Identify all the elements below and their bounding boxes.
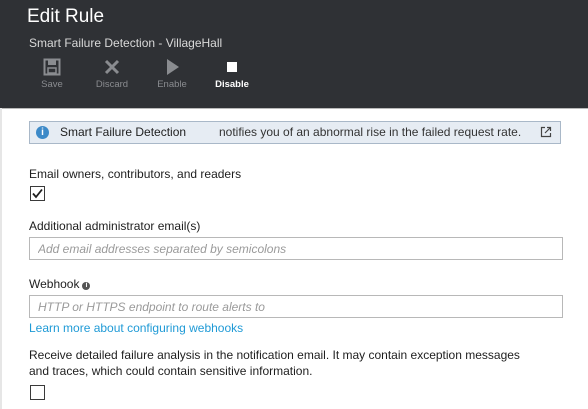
external-link-icon[interactable] — [540, 126, 552, 138]
enable-button[interactable]: Enable — [146, 57, 198, 95]
save-label: Save — [41, 79, 63, 90]
detailed-analysis-text: Receive detailed failure analysis in the… — [29, 348, 520, 378]
info-banner-highlight: Smart Failure Detection — [60, 125, 187, 139]
disable-button[interactable]: Disable — [206, 57, 258, 95]
webhook-input[interactable] — [29, 295, 563, 318]
checkmark-icon — [32, 188, 43, 199]
stop-icon — [227, 62, 237, 72]
blade-left-border — [0, 108, 2, 409]
email-owners-checkbox[interactable] — [30, 186, 45, 201]
detailed-analysis-checkbox[interactable] — [30, 385, 45, 400]
disable-label: Disable — [215, 79, 249, 90]
page-subtitle: Smart Failure Detection - VillageHall — [29, 36, 223, 50]
info-banner-text: notifies you of an abnormal rise in the … — [219, 125, 522, 139]
discard-label: Discard — [95, 79, 129, 90]
enable-label: Enable — [157, 79, 187, 90]
info-icon: i — [36, 126, 49, 139]
admin-email-input[interactable] — [29, 237, 563, 260]
webhook-label-text: Webhook — [29, 277, 80, 291]
save-button[interactable]: Save — [26, 57, 78, 95]
page-title: Edit Rule — [27, 6, 105, 27]
webhook-help-link[interactable]: Learn more about configuring webhooks — [29, 321, 243, 335]
blade-header: Edit Rule Smart Failure Detection - Vill… — [0, 0, 588, 109]
info-banner: i Smart Failure Detection notifies you o… — [29, 121, 561, 144]
close-icon — [104, 59, 120, 75]
save-icon — [43, 58, 61, 76]
discard-button[interactable]: Discard — [86, 57, 138, 95]
admin-email-label: Additional administrator email(s) — [29, 219, 201, 233]
webhook-label: Webhook i — [29, 277, 91, 291]
play-icon — [167, 59, 179, 75]
email-owners-label: Email owners, contributors, and readers — [29, 167, 242, 181]
help-icon[interactable]: i — [82, 282, 91, 290]
